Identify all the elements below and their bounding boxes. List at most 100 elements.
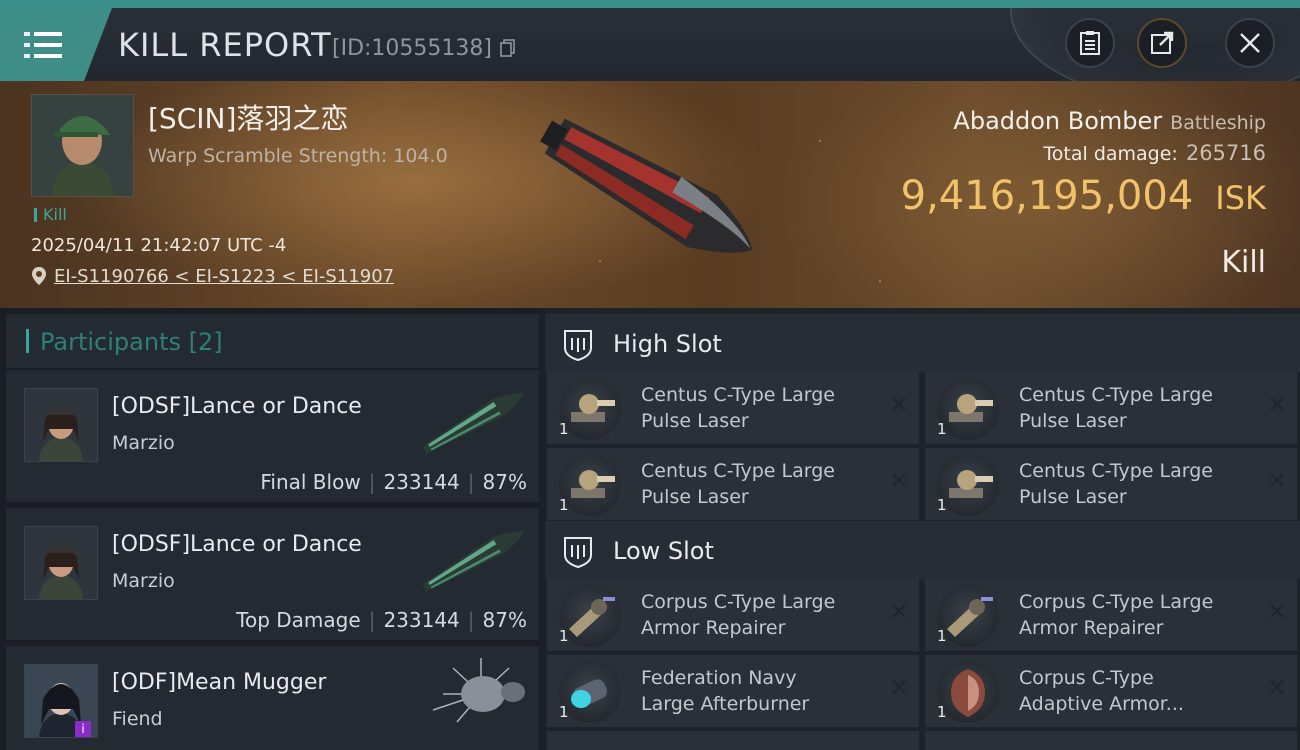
participants-header: Participants [2] [6, 314, 539, 368]
participant-percent: 87% [482, 470, 527, 494]
module-item[interactable] [925, 731, 1297, 750]
stats-divider: | [467, 608, 475, 632]
module-item[interactable]: 1 Centus C-Type Large Pulse Laser [925, 448, 1297, 520]
module-name: Centus C-Type Large Pulse Laser [641, 384, 835, 432]
victim-banner: [SCIN]落羽之恋 Warp Scramble Strength: 104.0… [0, 81, 1300, 308]
share-button[interactable] [1137, 18, 1187, 68]
module-item[interactable]: 1 Federation Navy Large Afterburner [547, 655, 919, 727]
participant-ship-image [422, 392, 524, 454]
participant-stats: Top Damage | 233144 | 87% [236, 608, 527, 632]
low-slot-header: Low Slot [545, 521, 1300, 579]
menu-icon [24, 32, 62, 58]
fitting-panel: High Slot 1 Centus C-Type Large Pulse Las… [545, 308, 1300, 750]
participant-name: [ODSF]Lance or Dance [112, 394, 362, 419]
close-icon [1240, 33, 1260, 53]
remove-icon[interactable] [891, 472, 907, 488]
copy-icon[interactable] [500, 39, 516, 57]
kill-result: Kill [1221, 245, 1266, 280]
remove-icon[interactable] [1269, 603, 1285, 619]
module-quantity: 1 [559, 496, 569, 514]
participant-card[interactable]: i [ODF]Mean Mugger Fiend [6, 646, 539, 750]
participant-corp: Marzio [112, 570, 175, 592]
victim-name: [SCIN]落羽之恋 [148, 102, 349, 135]
total-damage: Total damage: 265716 [1043, 141, 1266, 165]
module-item[interactable]: 1 Corpus C-Type Large Armor Repairer [925, 579, 1297, 651]
participant-damage: 233144 [383, 608, 460, 632]
victim-avatar[interactable] [31, 94, 134, 197]
page-title: KILL REPORT [118, 26, 332, 64]
isk-amount: 9,416,195,004 [900, 173, 1194, 219]
module-name: Federation Navy Large Afterburner [641, 667, 810, 715]
total-damage-label: Total damage: [1043, 143, 1178, 165]
warp-scramble-strength: Warp Scramble Strength: 104.0 [148, 145, 448, 167]
module-item[interactable]: 1 Centus C-Type Large Pulse Laser [547, 372, 919, 444]
participant-percent: 87% [482, 608, 527, 632]
participant-avatar [24, 526, 98, 600]
info-badge: i [75, 721, 91, 737]
isk-value: 9,416,195,004 ISK [901, 173, 1266, 219]
stats-divider: | [368, 470, 376, 494]
participant-role: Top Damage [236, 608, 361, 632]
isk-unit: ISK [1215, 179, 1266, 217]
participant-avatar [24, 388, 98, 462]
remove-icon[interactable] [891, 679, 907, 695]
module-quantity: 1 [937, 420, 947, 438]
module-name: Centus C-Type Large Pulse Laser [1019, 384, 1213, 432]
module-item[interactable]: 1 Centus C-Type Large Pulse Laser [547, 448, 919, 520]
module-item[interactable]: 1 Corpus C-Type Adaptive Armor... [925, 655, 1297, 727]
remove-icon[interactable] [891, 396, 907, 412]
stats-divider: | [368, 608, 376, 632]
remove-icon[interactable] [1269, 396, 1285, 412]
module-quantity: 1 [937, 703, 947, 721]
participant-card[interactable]: [ODSF]Lance or Dance Marzio Final Blow | 2… [6, 370, 539, 502]
participant-card[interactable]: [ODSF]Lance or Dance Marzio Top Damage | 2… [6, 508, 539, 640]
remove-icon[interactable] [1269, 472, 1285, 488]
module-name: Centus C-Type Large Pulse Laser [1019, 460, 1213, 508]
report-button[interactable] [1065, 18, 1115, 68]
share-icon [1151, 31, 1174, 54]
participant-avatar: i [24, 664, 98, 738]
location-pin-icon [32, 267, 46, 285]
participant-ship-image [432, 658, 525, 723]
kill-id: [ID:10555138] [332, 36, 492, 61]
menu-button[interactable] [0, 8, 112, 81]
high-slot-header: High Slot [545, 314, 1300, 372]
ship-name: Abaddon Bomber [953, 107, 1163, 135]
clipboard-icon [1080, 31, 1100, 55]
module-quantity: 1 [937, 627, 947, 645]
participants-label: Participants [2] [40, 328, 223, 356]
remove-icon[interactable] [1269, 679, 1285, 695]
high-slot-label: High Slot [613, 330, 722, 358]
total-damage-value: 265716 [1185, 141, 1266, 165]
module-item[interactable] [547, 731, 919, 750]
participant-name: [ODF]Mean Mugger [112, 670, 327, 695]
module-quantity: 1 [559, 703, 569, 721]
ship-info: Abaddon Bomber Battleship [953, 107, 1266, 135]
location-link[interactable]: EI-S1190766 < EI-S1223 < EI-S11907 [54, 266, 394, 287]
participant-ship-image [422, 530, 524, 592]
module-item[interactable]: 1 Centus C-Type Large Pulse Laser [925, 372, 1297, 444]
participant-stats: Final Blow | 233144 | 87% [260, 470, 527, 494]
remove-icon[interactable] [891, 603, 907, 619]
participant-damage: 233144 [383, 470, 460, 494]
close-button[interactable] [1225, 18, 1275, 68]
stats-divider: | [467, 470, 475, 494]
module-name: Corpus C-Type Large Armor Repairer [641, 591, 836, 639]
module-item[interactable]: 1 Corpus C-Type Large Armor Repairer [547, 579, 919, 651]
shield-slot-icon [564, 537, 592, 569]
victim-ship-image [540, 118, 753, 253]
ship-class: Battleship [1170, 112, 1266, 134]
kill-tag: Kill [34, 205, 67, 224]
module-quantity: 1 [937, 496, 947, 514]
participants-accent-bar [26, 329, 29, 353]
module-quantity: 1 [559, 627, 569, 645]
participant-role: Final Blow [260, 470, 361, 494]
kill-datetime: 2025/04/11 21:42:07 UTC -4 [31, 235, 287, 256]
module-name: Centus C-Type Large Pulse Laser [641, 460, 835, 508]
low-slot-label: Low Slot [613, 537, 714, 565]
participant-name: [ODSF]Lance or Dance [112, 532, 362, 557]
participants-panel: Participants [2] [ODSF]Lance or Dance Ma… [0, 308, 540, 750]
module-name: Corpus C-Type Large Armor Repairer [1019, 591, 1214, 639]
module-name: Corpus C-Type Adaptive Armor... [1019, 667, 1184, 715]
participant-corp: Marzio [112, 432, 175, 454]
